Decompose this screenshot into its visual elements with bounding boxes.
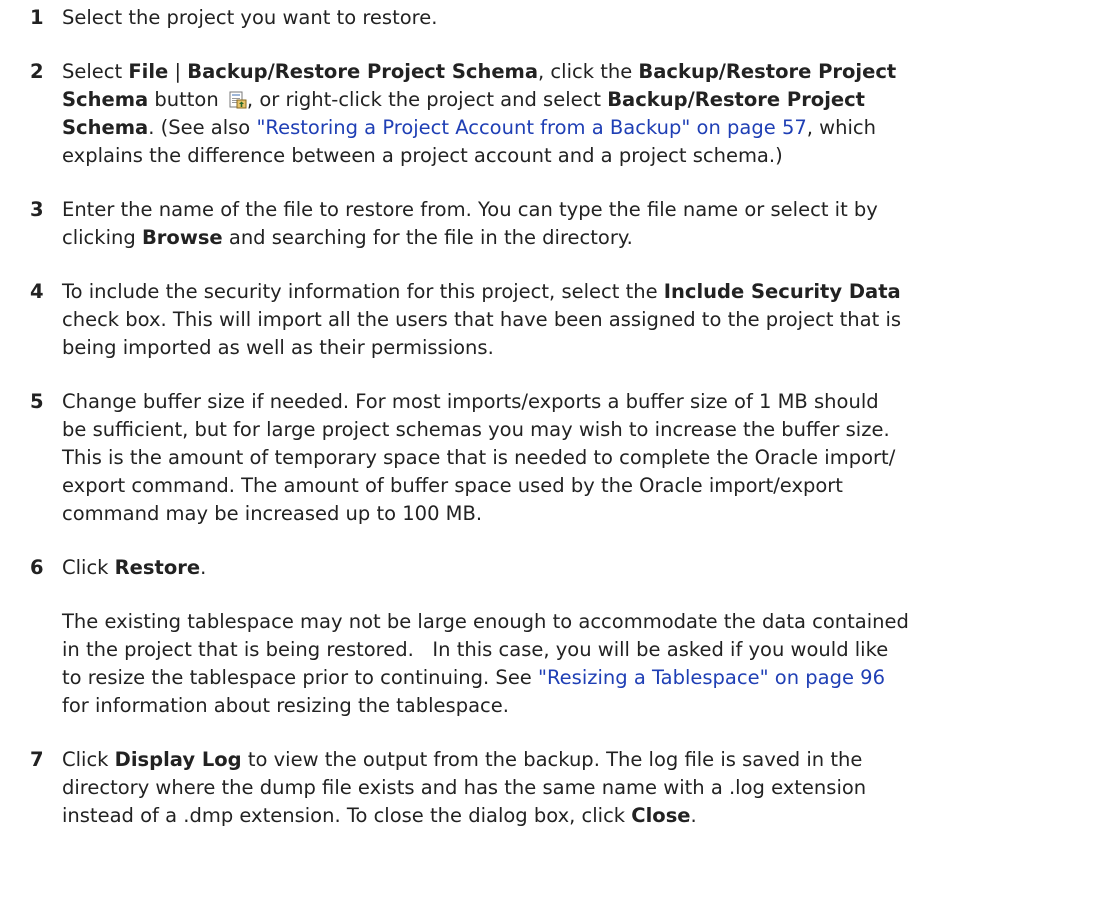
text-span: Click: [62, 556, 115, 579]
text-span: instead of a .dmp extension. To close th…: [62, 804, 632, 827]
step-number: 5: [30, 390, 44, 413]
text-span: clicking: [62, 226, 142, 249]
text-span: Click: [62, 748, 115, 771]
step-number: 6: [30, 556, 44, 579]
step-text: To include the security information for …: [62, 278, 1072, 362]
context-menu-label: Schema: [62, 116, 149, 139]
text-span: directory where the dump file exists and…: [62, 776, 867, 799]
backup-restore-schema-icon: [229, 91, 247, 109]
step-7: 7 Click Display Log to view the output f…: [30, 746, 1072, 830]
text-span: command may be increased up to 100 MB.: [62, 502, 483, 525]
step-4: 4 To include the security information fo…: [30, 278, 1072, 362]
text-span: The existing tablespace may not be large…: [62, 610, 909, 633]
text-span: to view the output from the backup. The …: [241, 748, 863, 771]
text-span: for information about resizing the table…: [62, 694, 509, 717]
text-span: explains the difference between a projec…: [62, 144, 783, 167]
text-span: export command. The amount of buffer spa…: [62, 474, 843, 497]
step-body: Click Restore. The existing tablespace m…: [62, 554, 1072, 720]
step-body: To include the security information for …: [62, 278, 1072, 362]
step-body: Select File | Backup/Restore Project Sch…: [62, 58, 1072, 170]
text-span: , which: [806, 116, 876, 139]
text-span: Change buffer size if needed. For most i…: [62, 390, 879, 413]
browse-label: Browse: [141, 226, 223, 249]
step-text: Enter the name of the file to restore fr…: [62, 196, 1072, 252]
step-number: 1: [30, 6, 44, 29]
cross-reference-link[interactable]: "Resizing a Tablespace" on page 96: [538, 666, 885, 689]
step-1: 1 Select the project you want to restore…: [30, 4, 1072, 32]
step-text: Click Restore.: [62, 554, 1072, 582]
step-text-span: Select the project you want to restore.: [62, 6, 438, 29]
step-note: The existing tablespace may not be large…: [62, 608, 1072, 720]
step-number: 3: [30, 198, 44, 221]
step-number: 7: [30, 748, 44, 771]
step-text: Change buffer size if needed. For most i…: [62, 388, 1072, 528]
text-span: .: [690, 804, 697, 827]
step-text: Select the project you want to restore.: [62, 4, 1072, 32]
button-name-label: Schema: [62, 88, 149, 111]
text-span: button: [148, 88, 225, 111]
step-body: Click Display Log to view the output fro…: [62, 746, 1072, 830]
step-5: 5 Change buffer size if needed. For most…: [30, 388, 1072, 528]
text-span: and searching for the file in the direct…: [222, 226, 633, 249]
text-span: in the project that is being restored. I…: [62, 638, 889, 661]
step-body: Enter the name of the file to restore fr…: [62, 196, 1072, 252]
step-2: 2 Select File | Backup/Restore Project S…: [30, 58, 1072, 170]
menu-item-label: Backup/Restore Project Schema: [187, 60, 539, 83]
cross-reference-link[interactable]: "Restoring a Project Account from a Back…: [256, 116, 806, 139]
text-span: be sufficient, but for large project sch…: [62, 418, 890, 441]
text-span: Enter the name of the file to restore fr…: [62, 198, 878, 221]
include-security-data-label: Include Security Data: [663, 280, 901, 303]
step-text: Click Display Log to view the output fro…: [62, 746, 1072, 830]
text-span: This is the amount of temporary space th…: [62, 446, 896, 469]
text-span: being imported as well as their permissi…: [62, 336, 494, 359]
step-3: 3 Enter the name of the file to restore …: [30, 196, 1072, 252]
text-span: check box. This will import all the user…: [62, 308, 902, 331]
text-span: , or right-click the project and select: [246, 88, 608, 111]
text-span: to resize the tablespace prior to contin…: [62, 666, 539, 689]
step-text: Select File | Backup/Restore Project Sch…: [62, 58, 1072, 170]
procedure-page: 1 Select the project you want to restore…: [0, 0, 1096, 903]
text-span: , click the: [538, 60, 639, 83]
menu-file-label: File: [128, 60, 169, 83]
text-span: To include the security information for …: [62, 280, 664, 303]
close-label: Close: [631, 804, 691, 827]
step-6: 6 Click Restore. The existing tablespace…: [30, 554, 1072, 720]
text-span: |: [168, 60, 188, 83]
display-log-label: Display Log: [114, 748, 242, 771]
text-span: .: [200, 556, 207, 579]
context-menu-label: Backup/Restore Project: [607, 88, 865, 111]
button-name-label: Backup/Restore Project: [638, 60, 897, 83]
text-span: . (See also: [148, 116, 257, 139]
step-number: 2: [30, 60, 44, 83]
step-number: 4: [30, 280, 44, 303]
restore-label: Restore: [114, 556, 201, 579]
text-span: Select: [62, 60, 129, 83]
step-body: Change buffer size if needed. For most i…: [62, 388, 1072, 528]
step-body: Select the project you want to restore.: [62, 4, 1072, 32]
